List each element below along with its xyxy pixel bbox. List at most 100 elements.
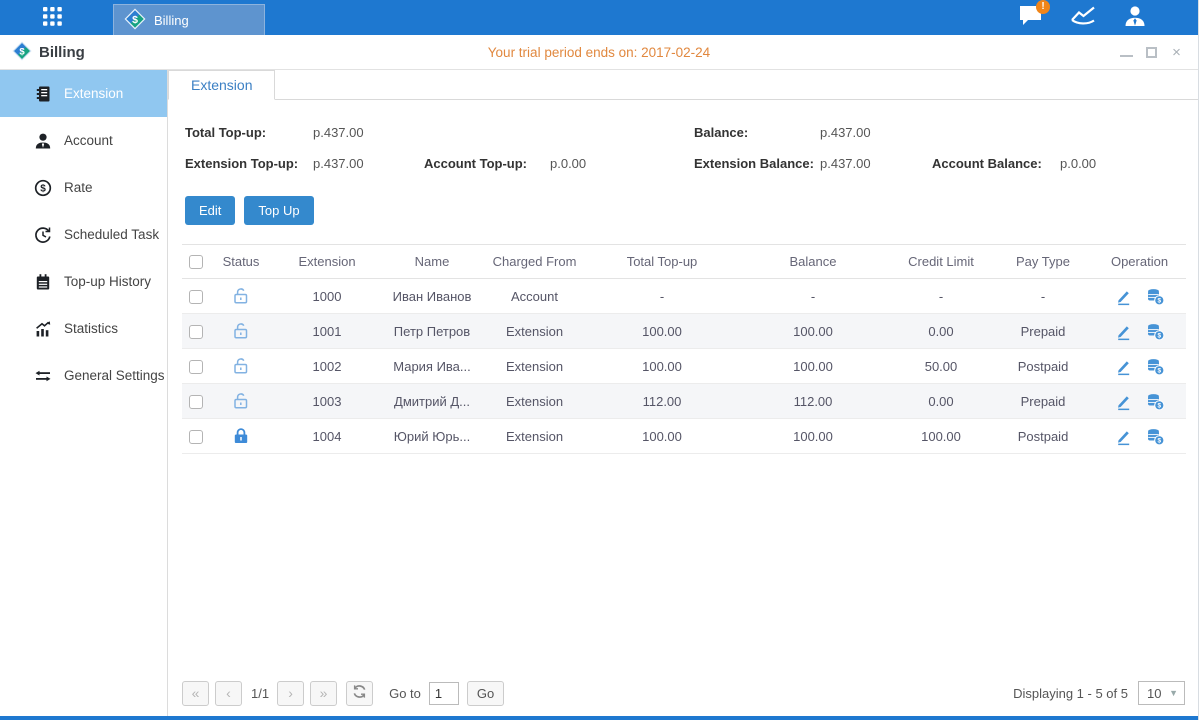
sidebar-item-label: Scheduled Task bbox=[64, 227, 159, 242]
balance-value: p.437.00 bbox=[820, 125, 932, 140]
edit-row-icon[interactable] bbox=[1114, 427, 1133, 446]
cell-extension: 1001 bbox=[272, 314, 382, 349]
svg-text:$: $ bbox=[1157, 402, 1161, 409]
row-checkbox[interactable] bbox=[189, 290, 203, 304]
col-name: Name bbox=[382, 245, 482, 279]
chevron-down-icon: ▼ bbox=[1169, 688, 1178, 698]
tab-extension[interactable]: Extension bbox=[168, 70, 275, 100]
account-balance-value: p.0.00 bbox=[1060, 156, 1180, 171]
cell-credit-limit: 50.00 bbox=[889, 349, 993, 384]
edit-row-icon[interactable] bbox=[1114, 322, 1133, 341]
cell-total-topup: 100.00 bbox=[587, 349, 737, 384]
cell-pay-type: Postpaid bbox=[993, 419, 1093, 454]
scheduled-task-clock-icon bbox=[33, 225, 52, 244]
window-bottom-edge bbox=[0, 716, 1198, 720]
user-account-button[interactable] bbox=[1120, 5, 1150, 31]
topup-history-notepad-icon bbox=[33, 272, 52, 291]
svg-text:$: $ bbox=[1157, 297, 1161, 304]
cell-charged-from: Extension bbox=[482, 419, 587, 454]
top-up-row-icon[interactable]: $ bbox=[1146, 287, 1165, 306]
select-all-checkbox[interactable] bbox=[189, 255, 203, 269]
cell-pay-type: Prepaid bbox=[993, 314, 1093, 349]
balance-summary: Total Top-up: p.437.00 Balance: p.437.00… bbox=[168, 100, 1198, 179]
row-checkbox[interactable] bbox=[189, 325, 203, 339]
table-row: 1004 Юрий Юрь... Extension 100.00 100.00… bbox=[182, 419, 1186, 454]
first-page-button[interactable]: « bbox=[182, 681, 209, 706]
top-up-row-icon[interactable]: $ bbox=[1146, 322, 1165, 341]
account-topup-value: p.0.00 bbox=[550, 156, 694, 171]
topbar-actions: ! bbox=[1016, 5, 1198, 31]
account-topup-label: Account Top-up: bbox=[424, 156, 550, 171]
total-topup-label: Total Top-up: bbox=[185, 125, 313, 140]
col-operation: Operation bbox=[1093, 245, 1186, 279]
cell-balance: 100.00 bbox=[737, 314, 889, 349]
account-balance-label: Account Balance: bbox=[932, 156, 1060, 171]
extension-balance-value: p.437.00 bbox=[820, 156, 932, 171]
billing-app-window: $ Billing ! Your tria bbox=[0, 0, 1199, 720]
edit-button[interactable]: Edit bbox=[185, 196, 235, 225]
cell-balance: 112.00 bbox=[737, 384, 889, 419]
sidebar-item-extension[interactable]: Extension bbox=[0, 70, 167, 117]
refresh-icon bbox=[352, 684, 367, 702]
rate-dollar-icon: $ bbox=[33, 178, 52, 197]
sidebar-item-general-settings[interactable]: General Settings bbox=[0, 352, 167, 399]
svg-text:$: $ bbox=[40, 183, 46, 194]
last-page-button[interactable]: » bbox=[310, 681, 337, 706]
row-checkbox[interactable] bbox=[189, 360, 203, 374]
cell-total-topup: 100.00 bbox=[587, 314, 737, 349]
resource-monitor-button[interactable] bbox=[1068, 5, 1098, 31]
row-checkbox[interactable] bbox=[189, 395, 203, 409]
messages-button[interactable]: ! bbox=[1016, 5, 1046, 31]
sidebar-item-account[interactable]: Account bbox=[0, 117, 167, 164]
tab-strip: Extension bbox=[168, 70, 1198, 100]
cell-credit-limit: 0.00 bbox=[889, 384, 993, 419]
edit-row-icon[interactable] bbox=[1114, 392, 1133, 411]
refresh-button[interactable] bbox=[346, 681, 373, 706]
account-person-icon bbox=[33, 131, 52, 150]
cell-balance: 100.00 bbox=[737, 349, 889, 384]
app-launcher-button[interactable] bbox=[33, 0, 71, 35]
close-button[interactable]: × bbox=[1169, 45, 1184, 60]
cell-extension: 1003 bbox=[272, 384, 382, 419]
open-app-tab-billing[interactable]: $ Billing bbox=[113, 4, 265, 35]
displaying-range-text: Displaying 1 - 5 of 5 bbox=[1013, 686, 1128, 701]
go-button[interactable]: Go bbox=[467, 681, 504, 706]
edit-row-icon[interactable] bbox=[1114, 357, 1133, 376]
cell-extension: 1004 bbox=[272, 419, 382, 454]
sidebar-item-rate[interactable]: $ Rate bbox=[0, 164, 167, 211]
top-up-row-icon[interactable]: $ bbox=[1146, 392, 1165, 411]
top-up-button[interactable]: Top Up bbox=[244, 196, 313, 225]
cell-extension: 1000 bbox=[272, 279, 382, 314]
cell-charged-from: Extension bbox=[482, 384, 587, 419]
line-chart-icon bbox=[1069, 4, 1097, 31]
next-page-button[interactable]: › bbox=[277, 681, 304, 706]
sidebar-item-label: Extension bbox=[64, 86, 123, 101]
cell-total-topup: 100.00 bbox=[587, 419, 737, 454]
content-spacer bbox=[168, 454, 1198, 678]
sidebar-item-label: Statistics bbox=[64, 321, 118, 336]
sidebar-item-topup-history[interactable]: Top-up History bbox=[0, 258, 167, 305]
toolbar: Edit Top Up bbox=[168, 179, 1198, 225]
general-settings-sliders-icon bbox=[33, 366, 52, 385]
cell-charged-from: Extension bbox=[482, 349, 587, 384]
top-up-row-icon[interactable]: $ bbox=[1146, 427, 1165, 446]
extension-table: Status Extension Name Charged From Total… bbox=[182, 244, 1185, 454]
cell-name: Петр Петров bbox=[382, 314, 482, 349]
col-pay-type: Pay Type bbox=[993, 245, 1093, 279]
extension-book-icon bbox=[33, 84, 52, 103]
top-up-row-icon[interactable]: $ bbox=[1146, 357, 1165, 376]
cell-balance: - bbox=[737, 279, 889, 314]
edit-row-icon[interactable] bbox=[1114, 287, 1133, 306]
minimize-button[interactable] bbox=[1119, 45, 1134, 60]
prev-page-button[interactable]: ‹ bbox=[215, 681, 242, 706]
row-checkbox[interactable] bbox=[189, 430, 203, 444]
maximize-button[interactable] bbox=[1144, 45, 1159, 60]
sidebar-item-statistics[interactable]: Statistics bbox=[0, 305, 167, 352]
notification-badge: ! bbox=[1036, 0, 1050, 14]
sidebar-item-scheduled-task[interactable]: Scheduled Task bbox=[0, 211, 167, 258]
cell-credit-limit: 100.00 bbox=[889, 419, 993, 454]
goto-page-input[interactable] bbox=[429, 682, 459, 705]
page-size-select[interactable]: 10 ▼ bbox=[1138, 681, 1185, 705]
cell-pay-type: - bbox=[993, 279, 1093, 314]
pagination-bar: « ‹ 1/1 › » Go to Go Displaying 1 - 5 of… bbox=[182, 678, 1185, 708]
